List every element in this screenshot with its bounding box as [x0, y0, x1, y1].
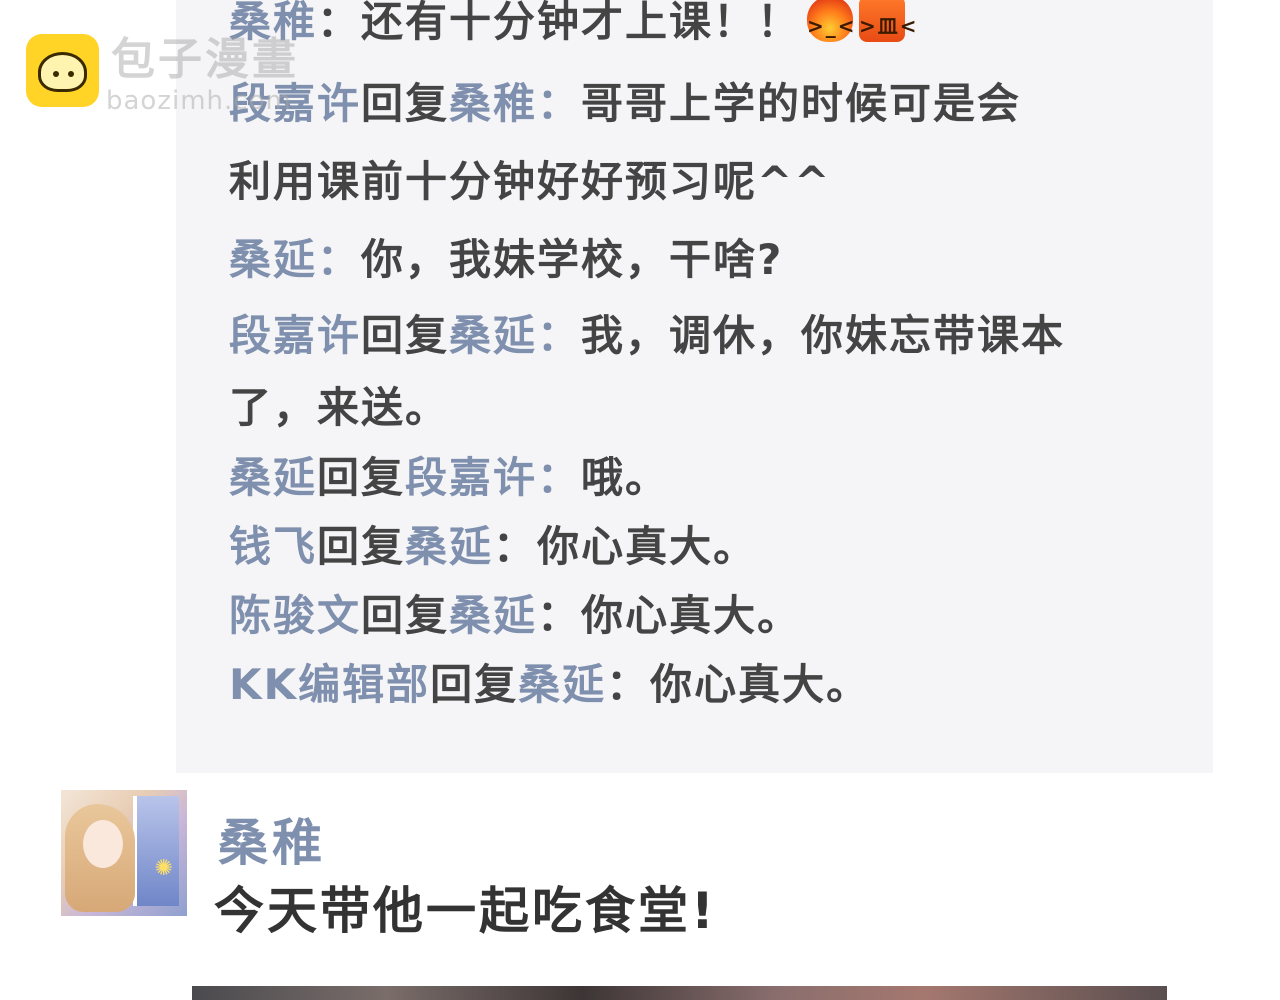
reply-word: 回复	[361, 79, 450, 128]
reply-word: 回复	[317, 522, 406, 571]
comment-text: 你心真大。	[650, 660, 871, 709]
comment-text: 哦。	[581, 453, 670, 502]
post-image[interactable]	[192, 986, 1167, 1000]
post: ✺ 桑稚 今天带他一起吃食堂!	[0, 773, 1280, 1000]
comment-author[interactable]: KK编辑部	[229, 660, 430, 709]
fire-angry-emoji-icon: >_<	[807, 0, 855, 42]
reply-target[interactable]: 桑延	[405, 522, 493, 571]
avatar[interactable]: ✺	[61, 790, 187, 916]
reply-word: 回复	[361, 311, 450, 360]
comment-text: 利用课前十分钟好好预习呢^^	[229, 157, 832, 206]
comment-text: 我，调休，你妹忘带课本	[581, 311, 1066, 360]
angry-face-emoji-icon: >皿<	[859, 0, 917, 42]
comment-line: 陈骏文回复桑延：你心真大。	[229, 590, 801, 642]
reply-target[interactable]: 桑延	[449, 591, 537, 640]
comment-author[interactable]: 段嘉许	[229, 311, 361, 360]
comment-author[interactable]: 桑延：	[229, 235, 361, 284]
comment-author[interactable]: 钱飞	[229, 522, 317, 571]
reply-target[interactable]: 桑延：	[449, 311, 581, 360]
site-watermark: 包子漫畫 baozimh.com	[26, 34, 356, 124]
reply-target[interactable]: 段嘉许：	[405, 453, 581, 502]
comment-separator: ：	[493, 522, 538, 571]
comment-text: 你心真大。	[581, 591, 802, 640]
reply-target[interactable]: 桑延	[518, 660, 606, 709]
page: 桑稚：还有十分钟才上课！！ >_< >皿< 段嘉许回复桑稚：哥哥上学的时候可是会 利…	[0, 0, 1280, 1000]
comment-separator: ：	[537, 591, 582, 640]
comment-author[interactable]: 桑延	[229, 453, 317, 502]
reply-target[interactable]: 桑稚：	[449, 79, 581, 128]
comment-line: 段嘉许回复桑延：我，调休，你妹忘带课本	[229, 310, 1065, 362]
comment-line-continued: 了，来送。	[229, 382, 449, 434]
comment-text: 你心真大。	[537, 522, 758, 571]
comment-text: 哥哥上学的时候可是会	[581, 79, 1022, 128]
comment-text: 还有十分钟才上课！！	[361, 0, 802, 46]
comment-line-continued: 利用课前十分钟好好预习呢^^	[229, 156, 831, 208]
watermark-title: 包子漫畫	[111, 34, 299, 85]
comment-author[interactable]: 陈骏文	[229, 591, 361, 640]
comment-text: 你，我妹学校，干啥?	[361, 235, 784, 284]
comment-text: 了，来送。	[229, 383, 450, 432]
watermark-url: baozimh.com	[106, 86, 292, 116]
reply-word: 回复	[317, 453, 406, 502]
post-author[interactable]: 桑稚	[218, 813, 326, 873]
comment-line: KK编辑部回复桑延：你心真大。	[229, 659, 870, 711]
comment-separator: ：	[606, 660, 651, 709]
comment-line: 钱飞回复桑延：你心真大。	[229, 521, 757, 573]
post-text: 今天带他一起吃食堂!	[214, 882, 717, 940]
reply-word: 回复	[430, 660, 519, 709]
sparkle-icon: ✺	[154, 856, 173, 881]
bun-logo-icon	[26, 34, 99, 107]
reply-word: 回复	[361, 591, 450, 640]
comment-line: 桑延回复段嘉许：哦。	[229, 452, 669, 504]
comment-line: 桑延：你，我妹学校，干啥?	[229, 234, 783, 286]
